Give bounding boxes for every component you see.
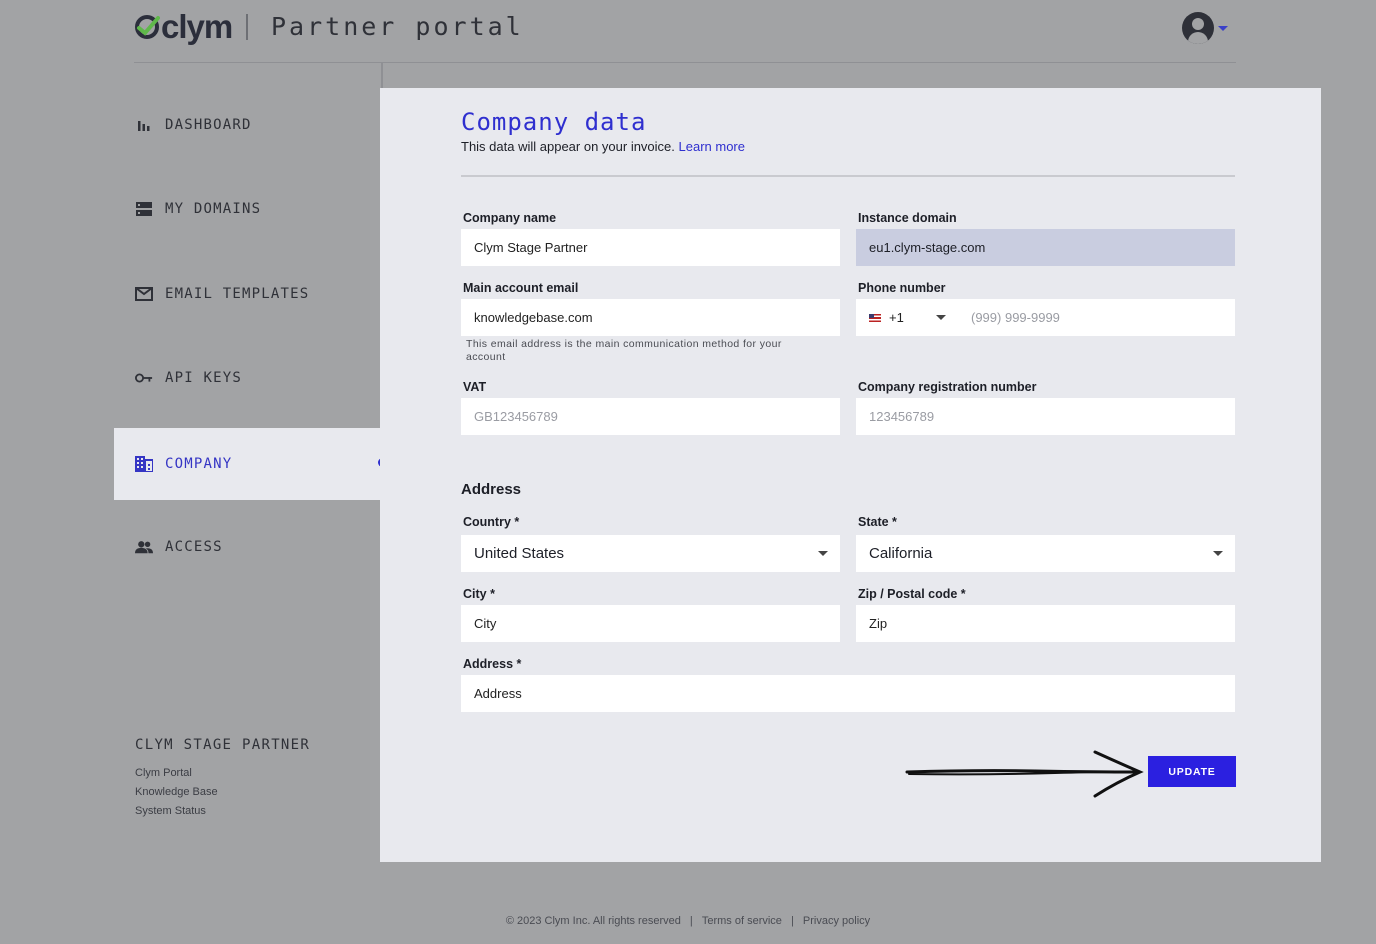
city-input[interactable]: City <box>461 605 840 642</box>
vat-label: VAT <box>463 380 487 394</box>
caret-down-icon <box>818 551 828 556</box>
caret-down-icon[interactable] <box>1218 25 1228 31</box>
us-flag-icon <box>869 313 881 322</box>
account-avatar-icon[interactable] <box>1182 12 1214 44</box>
instance-domain-input: eu1.clym-stage.com <box>856 229 1235 266</box>
company-name-label: Company name <box>463 211 557 225</box>
state-value: California <box>869 545 933 562</box>
caret-down-icon <box>1213 551 1223 556</box>
sidebar-item-email-templates[interactable]: EMAIL TEMPLATES <box>114 258 380 330</box>
subtitle-text: This data will appear on your invoice. <box>461 139 675 154</box>
sidebar-item-label: API KEYS <box>165 370 243 386</box>
phone-number-field[interactable]: +1 (999) 999-9999 <box>856 299 1235 336</box>
vat-input[interactable]: GB123456789 <box>461 398 840 435</box>
organization-name: CLYM STAGE PARTNER <box>135 737 311 753</box>
copyright: © 2023 Clym Inc. All rights reserved <box>505 915 681 927</box>
sidebar-item-label: MY DOMAINS <box>165 201 262 217</box>
phone-number-label: Phone number <box>858 281 946 295</box>
company-data-panel: Company data This data will appear on yo… <box>380 88 1321 862</box>
sidebar-item-api-keys[interactable]: API KEYS <box>114 342 380 414</box>
update-button[interactable]: UPDATE <box>1148 756 1236 787</box>
main-email-label: Main account email <box>463 281 579 295</box>
main-email-hint: This email address is the main communica… <box>466 338 782 363</box>
sidebar-item-label: EMAIL TEMPLATES <box>165 286 310 302</box>
address-heading: Address <box>461 481 522 498</box>
learn-more-link[interactable]: Learn more <box>679 139 745 154</box>
sidebar-item-dashboard[interactable]: DASHBOARD <box>114 89 380 161</box>
country-select[interactable]: United States <box>461 535 840 572</box>
registration-number-label: Company registration number <box>858 380 1037 394</box>
sidebar-item-company[interactable]: COMPANY <box>114 428 380 500</box>
sidebar-item-access[interactable]: ACCESS <box>114 511 380 583</box>
country-value: United States <box>474 545 565 562</box>
main-email-input[interactable]: knowledgebase.com <box>461 299 840 336</box>
caret-down-icon <box>935 315 946 320</box>
title-divider <box>461 175 1235 177</box>
link-clym-portal[interactable]: Clym Portal <box>135 767 310 779</box>
state-select[interactable]: California <box>856 535 1235 572</box>
link-system-status[interactable]: System Status <box>135 805 310 817</box>
sidebar-item-label: DASHBOARD <box>165 117 252 133</box>
logo-text: clym <box>161 8 233 45</box>
people-icon <box>135 538 153 556</box>
header-rule <box>134 62 1236 63</box>
zip-label: Zip / Postal code * <box>858 587 966 601</box>
building-icon <box>135 455 153 473</box>
user-menu[interactable] <box>1182 12 1232 44</box>
server-icon <box>135 200 153 218</box>
terms-of-service-link[interactable]: Terms of service <box>702 915 782 927</box>
top-header: clym Partner portal <box>0 0 1376 62</box>
state-label: State * <box>858 515 897 529</box>
country-code: +1 <box>889 310 904 325</box>
page-subtitle: This data will appear on your invoice. L… <box>461 139 745 154</box>
sidebar-item-label: ACCESS <box>165 539 223 555</box>
instance-domain-label: Instance domain <box>858 211 957 225</box>
sidebar-item-my-domains[interactable]: MY DOMAINS <box>114 173 380 245</box>
sidebar-footer: CLYM STAGE PARTNER Clym Portal Knowledge… <box>135 737 310 824</box>
header-divider <box>246 14 248 40</box>
registration-number-input[interactable]: 123456789 <box>856 398 1235 435</box>
link-knowledge-base[interactable]: Knowledge Base <box>135 786 310 798</box>
phone-number-input[interactable]: (999) 999-9999 <box>971 310 1060 325</box>
footer-separator: | <box>790 915 794 927</box>
key-icon <box>135 369 153 387</box>
footer-separator: | <box>689 915 693 927</box>
page-footer: © 2023 Clym Inc. All rights reserved | T… <box>0 915 1376 927</box>
bar-chart-icon <box>135 116 153 134</box>
portal-title: Partner portal <box>271 12 524 41</box>
city-label: City * <box>463 587 495 601</box>
address-input[interactable]: Address <box>461 675 1235 712</box>
envelope-icon <box>135 285 153 303</box>
company-name-input[interactable]: Clym Stage Partner <box>461 229 840 266</box>
page-title: Company data <box>461 108 647 136</box>
sidebar-item-label: COMPANY <box>165 456 233 472</box>
annotation-arrow-icon <box>905 750 1144 798</box>
clym-logo[interactable]: clym <box>134 8 233 45</box>
logo-check-icon <box>134 14 160 40</box>
country-code-select[interactable]: +1 <box>869 310 969 325</box>
privacy-policy-link[interactable]: Privacy policy <box>803 915 870 927</box>
zip-input[interactable]: Zip <box>856 605 1235 642</box>
address-label: Address * <box>463 657 522 671</box>
country-label: Country * <box>463 515 520 529</box>
